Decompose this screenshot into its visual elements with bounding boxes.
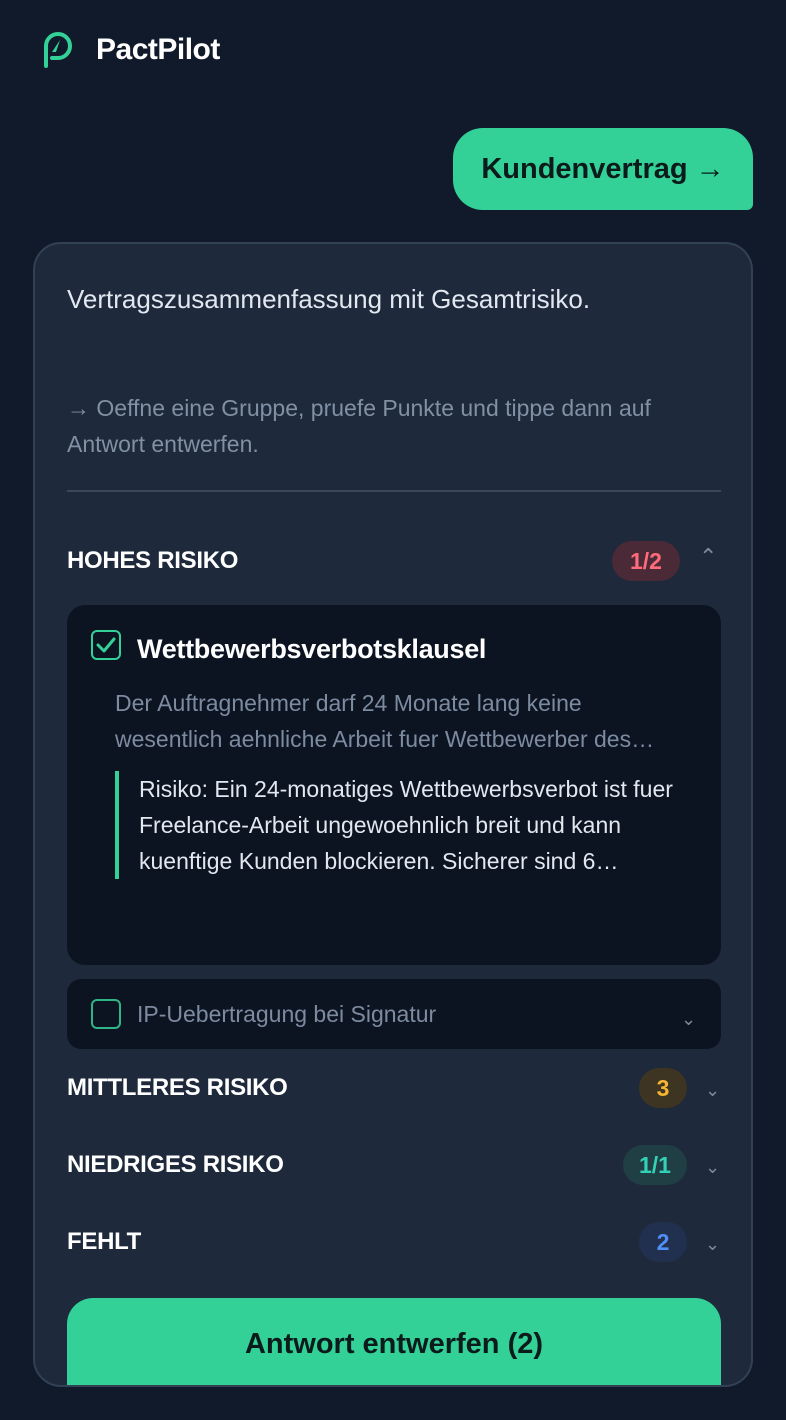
item-checkbox[interactable] bbox=[91, 999, 121, 1029]
group-medium-risk[interactable]: MITTLERES RISIKO bbox=[67, 1066, 721, 1110]
group-title: MITTLERES RISIKO bbox=[67, 1074, 288, 1101]
count-badge: 2 bbox=[639, 1222, 687, 1262]
risk-item-card: Wettbewerbsverbotsklausel Der Auftragneh… bbox=[67, 605, 721, 965]
chevron-down-icon[interactable]: ⌄ bbox=[705, 1157, 720, 1178]
chevron-up-icon[interactable]: ⌃ bbox=[699, 545, 717, 570]
chevron-down-icon[interactable]: ⌄ bbox=[705, 1080, 720, 1101]
chevron-down-icon[interactable]: ⌄ bbox=[705, 1234, 720, 1255]
risk-item-card[interactable]: IP-Uebertragung bei Signatur ⌄ bbox=[67, 979, 721, 1049]
compass-icon bbox=[40, 32, 72, 68]
item-description: Der Auftragnehmer darf 24 Monate lang ke… bbox=[115, 690, 655, 752]
count-badge: 1/2 bbox=[612, 541, 680, 581]
chevron-down-icon[interactable]: ⌄ bbox=[681, 1009, 696, 1030]
app-name: PactPilot bbox=[96, 33, 220, 66]
checkmark-icon bbox=[96, 637, 116, 653]
user-message-bubble: Kundenvertrag → bbox=[453, 128, 753, 210]
group-missing[interactable]: FEHLT bbox=[67, 1220, 721, 1264]
item-title: IP-Uebertragung bei Signatur bbox=[137, 1001, 437, 1027]
draft-reply-button[interactable]: Antwort entwerfen (2) bbox=[67, 1298, 721, 1385]
divider bbox=[67, 490, 721, 492]
app-header: PactPilot bbox=[40, 28, 220, 72]
group-title: FEHLT bbox=[67, 1228, 142, 1255]
risk-explanation: Risiko: Ein 24-monatiges Wettbewerbsverb… bbox=[115, 771, 705, 879]
contract-summary-panel: Vertragszusammenfassung mit Gesamtrisiko… bbox=[33, 242, 753, 1387]
group-title: HOHES RISIKO bbox=[67, 547, 239, 574]
summary-text: Vertragszusammenfassung mit Gesamtrisiko… bbox=[67, 284, 591, 314]
count-badge: 3 bbox=[639, 1068, 687, 1108]
item-checkbox[interactable] bbox=[91, 630, 121, 660]
count-badge: 1/1 bbox=[623, 1145, 687, 1185]
instruction-hint: → Oeffne eine Gruppe, pruefe Punkte und … bbox=[67, 395, 651, 457]
group-title: NIEDRIGES RISIKO bbox=[67, 1151, 284, 1178]
item-title: Wettbewerbsverbotsklausel bbox=[137, 634, 487, 664]
